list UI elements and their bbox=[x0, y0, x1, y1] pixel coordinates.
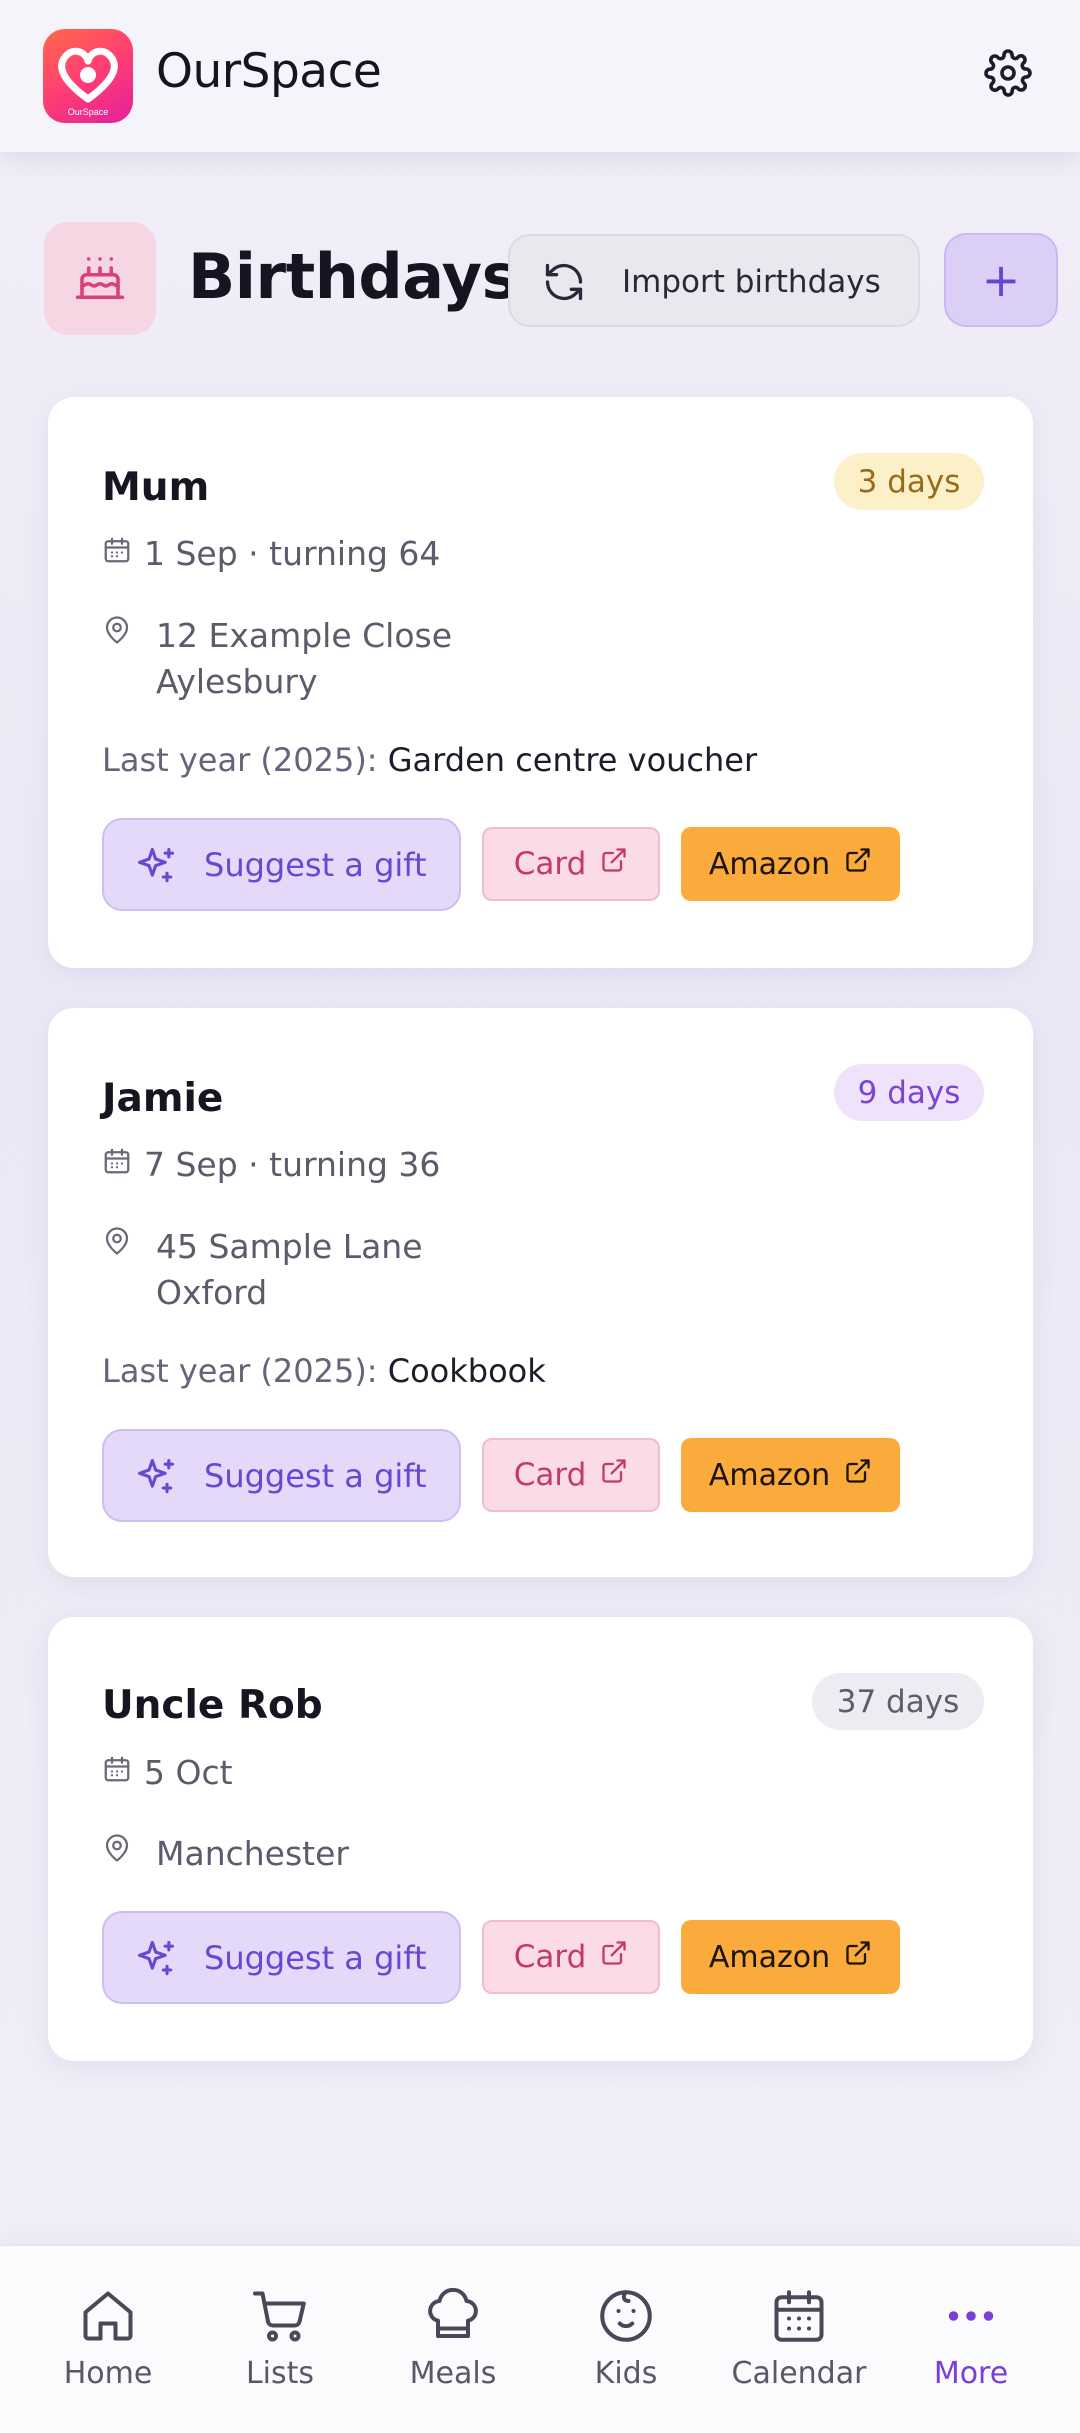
map-pin-icon bbox=[102, 615, 132, 649]
suggest-gift-button[interactable]: Suggest a gift bbox=[102, 818, 461, 911]
app-header: OurSpace OurSpace bbox=[0, 0, 1080, 152]
person-name: Jamie bbox=[102, 1076, 224, 1121]
amazon-label: Amazon bbox=[708, 1939, 831, 1975]
address-row: Manchester bbox=[102, 1831, 349, 1877]
amazon-label: Amazon bbox=[708, 846, 831, 882]
baby-face-icon bbox=[594, 2284, 658, 2348]
nav-label: Calendar bbox=[731, 2356, 867, 2391]
external-link-icon bbox=[600, 1457, 628, 1493]
home-icon bbox=[76, 2284, 140, 2348]
page-title: Birthdays bbox=[188, 240, 519, 313]
external-link-icon bbox=[844, 1939, 872, 1975]
sparkles-icon bbox=[134, 1455, 178, 1503]
nav-item-lists[interactable]: Lists bbox=[200, 2246, 360, 2433]
last-year-gift-row: Last year (2025): Cookbook bbox=[102, 1352, 546, 1390]
birthday-card: Uncle Rob 37 days 5 Oct Manchester Sugge… bbox=[48, 1617, 1033, 2061]
birthday-date-row: 5 Oct bbox=[102, 1750, 233, 1794]
sparkles-icon bbox=[134, 844, 178, 892]
address-line-2: Oxford bbox=[156, 1273, 268, 1312]
nav-item-more[interactable]: More bbox=[891, 2246, 1051, 2433]
suggest-gift-label: Suggest a gift bbox=[204, 846, 427, 884]
last-year-label: Last year (2025): bbox=[102, 741, 378, 779]
map-pin-icon bbox=[102, 1226, 132, 1260]
birthday-date-row: 7 Sep · turning 36 bbox=[102, 1142, 440, 1186]
settings-button[interactable] bbox=[977, 44, 1039, 106]
last-year-label: Last year (2025): bbox=[102, 1352, 378, 1390]
calendar-icon bbox=[102, 1753, 132, 1792]
nav-label: Lists bbox=[245, 2356, 315, 2391]
chef-hat-icon bbox=[421, 2284, 485, 2348]
bottom-nav: Home Lists Meals Kids Calendar More bbox=[0, 2245, 1080, 2433]
gear-icon bbox=[984, 49, 1032, 101]
birthday-date-text: 1 Sep · turning 64 bbox=[144, 533, 441, 573]
birthday-card: Jamie 9 days 7 Sep · turning 36 45 Sampl… bbox=[48, 1008, 1033, 1577]
map-pin-icon bbox=[102, 1833, 132, 1867]
nav-label: Kids bbox=[594, 2356, 658, 2391]
external-link-icon bbox=[844, 1457, 872, 1493]
address-line-1: 12 Example Close bbox=[156, 616, 453, 655]
refresh-icon bbox=[542, 260, 586, 308]
svg-text:OurSpace: OurSpace bbox=[68, 107, 109, 117]
more-dots-icon bbox=[939, 2284, 1003, 2348]
birthday-date-text: 7 Sep · turning 36 bbox=[144, 1144, 441, 1184]
birthday-card: Mum 3 days 1 Sep · turning 64 12 Example… bbox=[48, 397, 1033, 968]
calendar-icon bbox=[102, 1145, 132, 1184]
cake-icon bbox=[73, 250, 127, 308]
cart-icon bbox=[248, 2284, 312, 2348]
days-until-badge: 37 days bbox=[812, 1673, 984, 1730]
external-link-icon bbox=[600, 1939, 628, 1975]
address-line-1: 45 Sample Lane bbox=[156, 1227, 423, 1266]
nav-item-home[interactable]: Home bbox=[28, 2246, 188, 2433]
suggest-gift-label: Suggest a gift bbox=[204, 1939, 427, 1977]
card-link-button[interactable]: Card bbox=[482, 1438, 660, 1512]
last-year-gift-row: Last year (2025): Garden centre voucher bbox=[102, 741, 757, 779]
calendar-icon bbox=[767, 2284, 831, 2348]
birthday-date-row: 1 Sep · turning 64 bbox=[102, 531, 440, 575]
days-until-badge: 3 days bbox=[834, 453, 984, 510]
person-name: Mum bbox=[102, 465, 210, 510]
external-link-icon bbox=[844, 846, 872, 882]
external-link-icon bbox=[600, 846, 628, 882]
amazon-link-button[interactable]: Amazon bbox=[681, 827, 900, 901]
suggest-gift-label: Suggest a gift bbox=[204, 1457, 427, 1495]
birthdays-icon-tile bbox=[44, 222, 156, 335]
app-logo: OurSpace bbox=[43, 29, 133, 123]
import-birthdays-button[interactable]: Import birthdays bbox=[508, 234, 920, 327]
suggest-gift-button[interactable]: Suggest a gift bbox=[102, 1911, 461, 2004]
address-row: 45 Sample Lane Oxford bbox=[102, 1224, 423, 1316]
card-label: Card bbox=[513, 846, 587, 882]
amazon-label: Amazon bbox=[708, 1457, 831, 1493]
nav-label: More bbox=[933, 2356, 1009, 2391]
card-label: Card bbox=[513, 1457, 587, 1493]
nav-item-kids[interactable]: Kids bbox=[546, 2246, 706, 2433]
nav-item-meals[interactable]: Meals bbox=[373, 2246, 533, 2433]
person-name: Uncle Rob bbox=[102, 1683, 323, 1728]
last-year-gift: Garden centre voucher bbox=[387, 741, 758, 779]
add-birthday-button[interactable]: + bbox=[944, 233, 1058, 327]
address-line-2: Aylesbury bbox=[156, 662, 318, 701]
card-link-button[interactable]: Card bbox=[482, 1920, 660, 1994]
nav-item-calendar[interactable]: Calendar bbox=[719, 2246, 879, 2433]
calendar-icon bbox=[102, 534, 132, 573]
import-birthdays-label: Import birthdays bbox=[622, 264, 881, 300]
nav-label: Meals bbox=[409, 2356, 497, 2391]
amazon-link-button[interactable]: Amazon bbox=[681, 1438, 900, 1512]
card-label: Card bbox=[513, 1939, 587, 1975]
app-title: OurSpace bbox=[156, 44, 382, 99]
address-row: 12 Example Close Aylesbury bbox=[102, 613, 452, 705]
sparkles-icon bbox=[134, 1937, 178, 1985]
suggest-gift-button[interactable]: Suggest a gift bbox=[102, 1429, 461, 1522]
amazon-link-button[interactable]: Amazon bbox=[681, 1920, 900, 1994]
address-line-1: Manchester bbox=[156, 1834, 349, 1873]
birthday-date-text: 5 Oct bbox=[144, 1752, 233, 1792]
last-year-gift: Cookbook bbox=[387, 1352, 546, 1390]
card-link-button[interactable]: Card bbox=[482, 827, 660, 901]
nav-label: Home bbox=[63, 2356, 153, 2391]
days-until-badge: 9 days bbox=[834, 1064, 984, 1121]
